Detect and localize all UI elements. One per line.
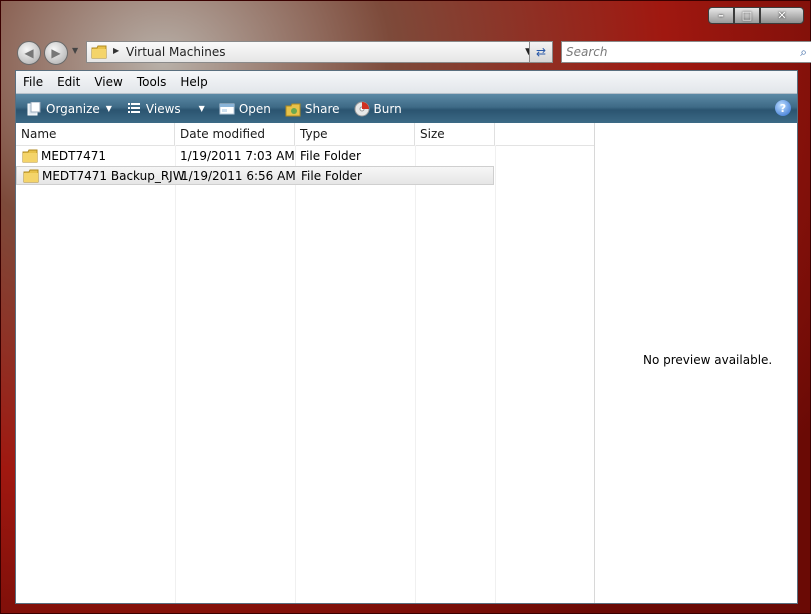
burn-button[interactable]: Burn — [350, 98, 406, 120]
column-header: Name Date modified Type Size — [16, 123, 594, 146]
search-input[interactable] — [566, 45, 776, 59]
command-toolbar: Organize ▼ Views ▼ Open Share Burn ? — [16, 94, 797, 123]
minimize-icon: – — [718, 9, 724, 22]
help-button[interactable]: ? — [775, 100, 791, 116]
share-button[interactable]: Share — [281, 98, 344, 120]
file-list: Name Date modified Type Size MEDT7471 1/… — [16, 123, 595, 603]
column-divider — [175, 145, 176, 603]
navigation-bar: ◀ ▶ ▼ ▶ Virtual Machines ▼ ⇄ ⌕ — [15, 38, 811, 66]
share-label: Share — [304, 101, 340, 116]
help-icon: ? — [779, 101, 787, 115]
file-row[interactable]: MEDT7471 1/19/2011 7:03 AM File Folder — [16, 147, 494, 166]
content-area: Name Date modified Type Size MEDT7471 1/… — [16, 123, 797, 603]
burn-label: Burn — [373, 101, 402, 116]
column-date-modified[interactable]: Date modified — [175, 123, 295, 145]
close-icon: ✕ — [777, 9, 787, 22]
preview-pane: No preview available. — [595, 123, 797, 603]
forward-button[interactable]: ▶ — [44, 41, 68, 65]
file-type: File Folder — [300, 149, 361, 163]
column-type[interactable]: Type — [295, 123, 415, 145]
organize-label: Organize — [46, 101, 100, 116]
burn-icon — [354, 101, 370, 117]
menu-bar: File Edit View Tools Help — [16, 71, 797, 94]
menu-tools[interactable]: Tools — [130, 75, 174, 89]
breadcrumb-separator-icon: ▶ — [113, 46, 120, 55]
minimize-button[interactable]: – — [708, 7, 734, 24]
search-box[interactable]: ⌕ — [561, 41, 811, 63]
close-button[interactable]: ✕ — [760, 7, 804, 24]
file-name: MEDT7471 — [41, 149, 107, 163]
folder-icon — [23, 169, 39, 183]
explorer-window: File Edit View Tools Help Organize ▼ Vie… — [15, 70, 798, 604]
caption-buttons: – □ ✕ — [708, 7, 804, 24]
column-divider — [415, 145, 416, 603]
menu-edit[interactable]: Edit — [50, 75, 87, 89]
title-bar: – □ ✕ — [1, 1, 810, 37]
search-icon[interactable]: ⌕ — [800, 45, 807, 60]
organize-button[interactable]: Organize ▼ — [22, 98, 116, 120]
column-size[interactable]: Size — [415, 123, 495, 145]
file-date: 1/19/2011 7:03 AM — [180, 149, 295, 163]
address-path[interactable]: Virtual Machines — [126, 45, 226, 59]
chevron-down-icon: ▼ — [105, 104, 112, 113]
maximize-icon: □ — [741, 9, 753, 22]
menu-file[interactable]: File — [16, 75, 50, 89]
views-icon — [126, 101, 142, 117]
refresh-icon: ⇄ — [535, 45, 547, 59]
refresh-button[interactable]: ⇄ — [529, 41, 553, 63]
views-button[interactable]: Views ▼ — [122, 98, 209, 120]
file-name: MEDT7471 Backup_RJW — [42, 169, 185, 183]
back-button[interactable]: ◀ — [17, 41, 41, 65]
column-divider — [295, 145, 296, 603]
window-frame: – □ ✕ ◀ ▶ ▼ ▶ Virtual Machines ▼ ⇄ ⌕ Fil… — [0, 0, 811, 614]
menu-help[interactable]: Help — [173, 75, 214, 89]
chevron-down-icon: ▼ — [198, 104, 205, 113]
open-button[interactable]: Open — [215, 98, 275, 120]
address-bar[interactable]: ▶ Virtual Machines ▼ — [86, 41, 539, 63]
organize-icon — [26, 101, 42, 117]
share-icon — [285, 101, 301, 117]
arrow-left-icon: ◀ — [24, 46, 34, 60]
views-label: Views — [145, 101, 181, 116]
arrow-right-icon: ▶ — [51, 46, 61, 60]
folder-icon — [91, 45, 107, 59]
file-type: File Folder — [301, 169, 362, 183]
maximize-button[interactable]: □ — [734, 7, 760, 24]
file-date: 1/19/2011 6:56 AM — [181, 169, 296, 183]
column-divider — [495, 145, 496, 603]
folder-icon — [22, 149, 38, 163]
chevron-down-icon: ▼ — [72, 46, 79, 55]
open-icon — [219, 101, 235, 117]
open-label: Open — [238, 101, 271, 116]
file-row-selected[interactable]: MEDT7471 Backup_RJW 1/19/2011 6:56 AM Fi… — [16, 166, 494, 185]
column-name[interactable]: Name — [16, 123, 175, 145]
menu-view[interactable]: View — [87, 75, 129, 89]
preview-message: No preview available. — [643, 353, 773, 367]
recent-pages-dropdown[interactable]: ▼ — [72, 46, 78, 55]
